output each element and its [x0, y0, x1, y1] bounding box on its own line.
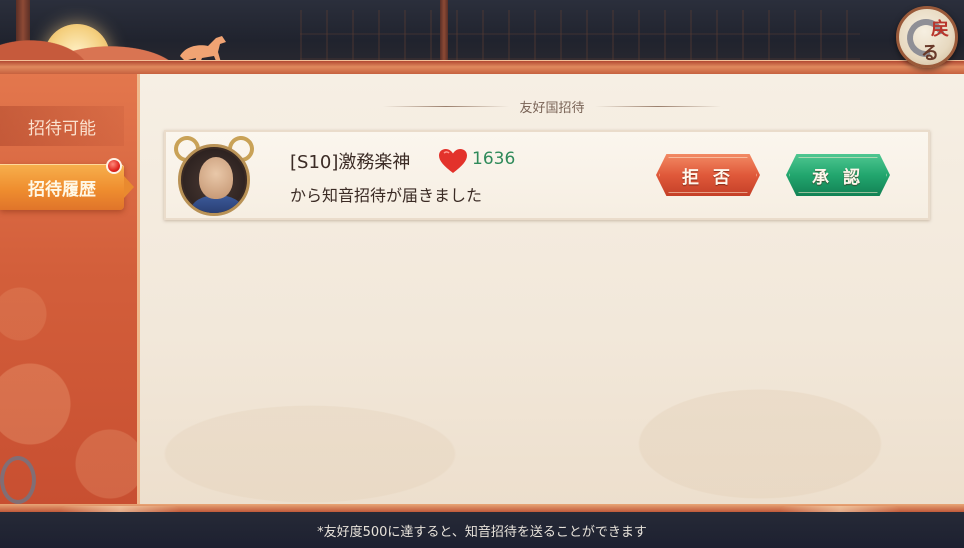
return-glyph-bottom: る: [921, 43, 939, 64]
reject-button[interactable]: 拒 否: [656, 154, 760, 196]
invite-message: から知音招待が届きました: [290, 186, 483, 205]
top-rail: [0, 60, 964, 74]
window-lattice: [300, 10, 860, 60]
tab-invite-history[interactable]: 招待履歴: [0, 164, 134, 210]
return-glyph-top: 戻: [931, 19, 949, 40]
section-header: 友好国招待: [140, 96, 964, 116]
invite-card: [S10]激務楽神 1636 から知音招待が届きました 拒 否 承 認: [164, 130, 930, 220]
accept-button[interactable]: 承 認: [786, 154, 890, 196]
avatar-face: [199, 157, 233, 199]
return-button[interactable]: 戻 る: [896, 6, 958, 68]
avatar[interactable]: [168, 130, 260, 216]
tab-label: 招待履歴: [28, 179, 96, 200]
avatar-portrait: [178, 144, 250, 216]
main-panel: 友好国招待 [S10]激務楽神 1636 から知音招待が届きました 拒 否 承 …: [140, 74, 964, 504]
footer-note: *友好度500に達すると、知音招待を送ることができます: [317, 524, 647, 540]
player-name: [S10]激務楽神: [290, 152, 411, 173]
reject-label: 拒 否: [682, 167, 734, 188]
divider: [594, 105, 721, 107]
section-title: 友好国招待: [519, 100, 585, 116]
notification-dot: [106, 158, 122, 174]
sidebar: 招待可能 招待履歴: [0, 74, 140, 504]
friendship-score: 1636: [472, 149, 516, 169]
divider: [383, 105, 510, 107]
emblem-ornament: [0, 456, 36, 504]
footer-band: *友好度500に達すると、知音招待を送ることができます: [0, 512, 964, 548]
heart-icon: [439, 149, 467, 173]
tab-invite-available[interactable]: 招待可能: [0, 106, 124, 146]
accept-label: 承 認: [812, 167, 864, 188]
top-decor-band: [0, 0, 964, 74]
tab-label: 招待可能: [28, 118, 96, 139]
